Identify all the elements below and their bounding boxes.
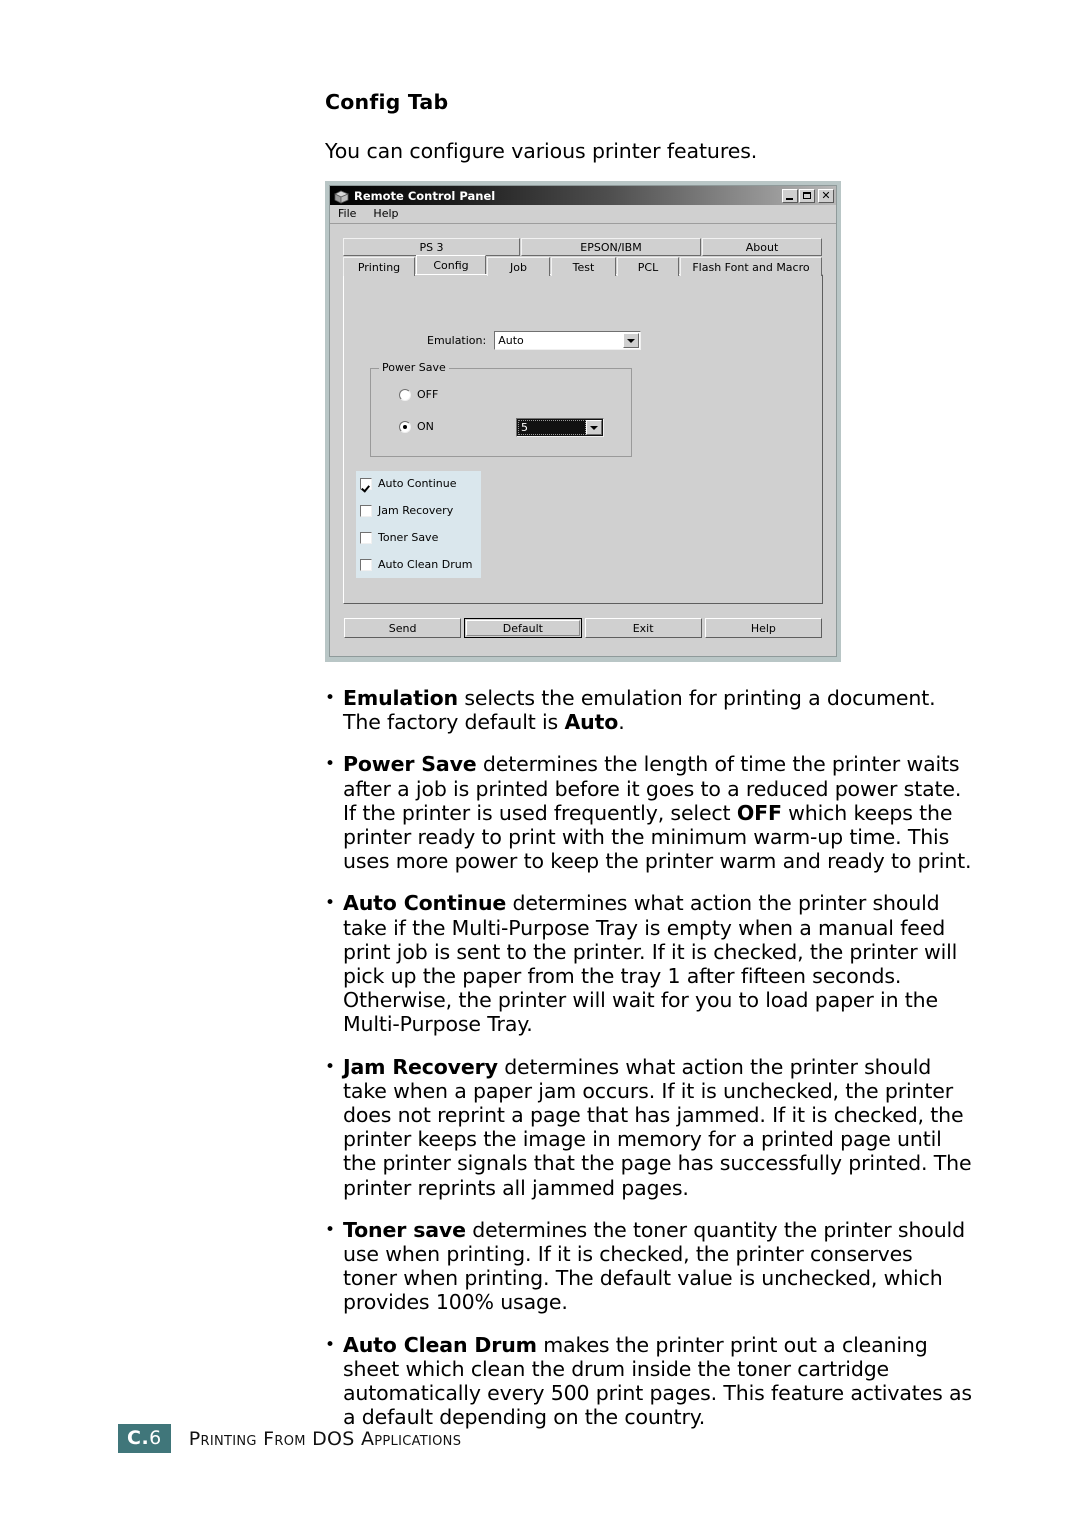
checkbox-auto-continue-label: Auto Continue	[378, 476, 457, 490]
radio-off-label: OFF	[417, 388, 439, 401]
feature-bullet-power-save: • Power Save determines the length of tim…	[325, 752, 985, 873]
footer-chapter: C.	[127, 1427, 150, 1449]
help-button-label: Help	[750, 621, 776, 635]
tab-epson-ibm[interactable]: EPSON/IBM	[521, 238, 701, 256]
default-button-label: Default	[502, 621, 543, 635]
bullet-marker-icon: •	[325, 754, 335, 775]
power-save-group: Power Save OFF ON 5	[370, 362, 632, 457]
radio-on-icon	[399, 421, 411, 433]
feature-bullet-auto-clean-drum: • Auto Clean Drum makes the printer print…	[325, 1333, 985, 1430]
bullet-text: Auto Continue determines what action the…	[343, 891, 958, 1037]
page-content-column: Config Tab You can configure various pri…	[325, 0, 985, 1447]
feature-bullet-auto-continue: • Auto Continue determines what action th…	[325, 891, 985, 1036]
maximize-icon	[803, 191, 811, 199]
feature-description-list: • Emulation selects the emulation for pri…	[325, 686, 985, 1429]
bullet-text: Auto Clean Drum makes the printer print …	[343, 1332, 972, 1430]
bullet-text: Toner save determines the toner quantity…	[343, 1217, 965, 1315]
power-save-minutes-focus: 5	[518, 420, 586, 435]
bullet-text: Jam Recovery determines what action the …	[343, 1054, 972, 1200]
checkbox-jam-recovery-label: Jam Recovery	[378, 503, 454, 517]
tab-printing[interactable]: Printing	[343, 257, 415, 276]
emulation-label: Emulation:	[427, 334, 487, 347]
bullet-marker-icon: •	[325, 1056, 335, 1077]
tab-config[interactable]: Config	[416, 255, 486, 274]
page-footer: C.6 Printing From DOS Applications	[118, 1424, 461, 1453]
close-icon: ✕	[821, 188, 831, 202]
bullet-marker-icon: •	[325, 1219, 335, 1240]
checkbox-checked-icon	[360, 477, 372, 490]
exit-button[interactable]: Exit	[584, 618, 702, 638]
help-button[interactable]: Help	[704, 618, 822, 638]
emulation-select[interactable]: Auto	[494, 331, 642, 350]
feature-bullet-toner-save: • Toner save determines the toner quantit…	[325, 1218, 985, 1315]
window-controls: ✕	[781, 188, 834, 203]
checkbox-jam-recovery[interactable]: Jam Recovery	[356, 501, 481, 520]
menu-item-help[interactable]: Help	[373, 208, 398, 220]
chevron-down-icon[interactable]	[586, 420, 602, 435]
default-button[interactable]: Default	[464, 618, 582, 638]
bullet-marker-icon: •	[325, 688, 335, 708]
remote-control-panel-screenshot: Remote Control Panel ✕ File Help PS 3 EP…	[325, 181, 841, 662]
checkbox-toner-save-label: Toner Save	[378, 530, 439, 544]
dialog-titlebar: Remote Control Panel ✕	[330, 186, 836, 205]
tab-panel-config: Emulation: Auto Power Save OFF ON 5 Auto…	[343, 274, 823, 604]
feature-bullet-jam-recovery: • Jam Recovery determines what action the…	[325, 1055, 985, 1200]
tab-flash-font-and-macro[interactable]: Flash Font and Macro	[680, 257, 822, 276]
radio-power-save-on[interactable]: ON	[399, 421, 434, 433]
close-button[interactable]: ✕	[818, 188, 834, 203]
radio-power-save-off[interactable]: OFF	[399, 389, 438, 401]
tab-strip: PS 3 EPSON/IBM About Printing Config Job…	[343, 238, 823, 604]
checkbox-auto-continue[interactable]: Auto Continue	[356, 474, 481, 493]
send-button[interactable]: Send	[344, 618, 462, 638]
checkbox-unchecked-icon	[360, 504, 372, 517]
chevron-down-icon[interactable]	[623, 333, 640, 348]
exit-button-label: Exit	[632, 621, 654, 635]
maximize-button[interactable]	[799, 188, 815, 203]
menu-item-file[interactable]: File	[338, 208, 356, 220]
dialog-button-row: Send Default Exit Help	[343, 618, 823, 656]
printer-box-icon	[334, 189, 350, 204]
dialog-menubar: File Help	[330, 205, 836, 224]
dialog-body: PS 3 EPSON/IBM About Printing Config Job…	[330, 224, 836, 656]
checkbox-auto-clean-drum-label: Auto Clean Drum	[378, 557, 473, 571]
tab-row-upper: PS 3 EPSON/IBM About	[343, 238, 823, 256]
power-save-minutes-value: 5	[521, 420, 528, 434]
intro-paragraph: You can configure various printer featur…	[325, 139, 758, 163]
page-number-badge: C.6	[118, 1424, 171, 1453]
power-save-minutes-select[interactable]: 5	[516, 418, 604, 437]
tab-about[interactable]: About	[702, 238, 822, 256]
checkbox-auto-clean-drum[interactable]: Auto Clean Drum	[356, 555, 481, 574]
tab-ps3[interactable]: PS 3	[343, 238, 520, 256]
tab-pcl[interactable]: PCL	[617, 257, 679, 276]
tab-test[interactable]: Test	[551, 257, 616, 276]
radio-off-icon	[399, 389, 411, 401]
dialog-window: Remote Control Panel ✕ File Help PS 3 EP…	[329, 185, 837, 657]
bullet-marker-icon: •	[325, 1334, 335, 1355]
send-button-label: Send	[388, 621, 417, 635]
bullet-marker-icon: •	[325, 893, 335, 914]
bullet-text: Power Save determines the length of time…	[343, 752, 972, 874]
config-checkbox-list: Auto Continue Jam Recovery Toner Save Au…	[356, 471, 481, 578]
tab-row-lower: Printing Config Job Test PCL Flash Font …	[343, 255, 823, 276]
dialog-title: Remote Control Panel	[354, 188, 496, 203]
minimize-icon	[786, 197, 793, 200]
checkbox-unchecked-icon	[360, 531, 372, 544]
page-title: Config Tab	[325, 90, 449, 114]
footer-title: Printing From DOS Applications	[188, 1427, 462, 1450]
minimize-button[interactable]	[782, 188, 798, 203]
emulation-value: Auto	[498, 333, 524, 347]
bullet-text: Emulation selects the emulation for prin…	[343, 686, 936, 735]
emulation-row: Emulation: Auto	[427, 331, 642, 350]
tab-job[interactable]: Job	[487, 257, 550, 276]
checkbox-toner-save[interactable]: Toner Save	[356, 528, 481, 547]
footer-page-number: 6	[149, 1427, 162, 1449]
power-save-group-label: Power Save	[379, 362, 449, 374]
feature-bullet-emulation: • Emulation selects the emulation for pri…	[325, 686, 985, 734]
radio-on-label: ON	[417, 420, 434, 433]
checkbox-unchecked-icon	[360, 558, 372, 571]
